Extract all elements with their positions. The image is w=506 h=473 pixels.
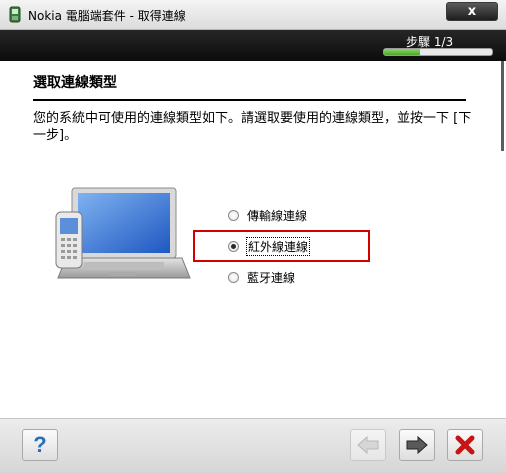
step-header: 步驟 1/3	[0, 30, 506, 61]
radio-button[interactable]	[228, 271, 239, 283]
right-arrow-icon	[406, 435, 428, 455]
radio-button[interactable]	[228, 209, 239, 221]
laptop-phone-illustration	[55, 187, 191, 279]
close-button[interactable]: x	[446, 2, 498, 21]
next-button[interactable]	[399, 429, 435, 461]
option-label: 傳輸線連線	[247, 208, 308, 223]
scroll-indicator	[501, 61, 504, 151]
option-bluetooth-connection[interactable]: 藍牙連線	[228, 269, 295, 285]
title-divider	[33, 99, 466, 101]
option-label: 藍牙連線	[247, 270, 296, 285]
selection-highlight	[193, 230, 370, 262]
step-progress-fill	[384, 49, 420, 55]
left-arrow-icon	[357, 435, 379, 455]
footer-bar: ?	[0, 418, 506, 473]
page-title: 選取連線類型	[33, 75, 117, 91]
question-mark-icon: ?	[33, 432, 47, 457]
window-title: Nokia 電腦端套件 - 取得連線	[28, 9, 186, 23]
help-button[interactable]: ?	[22, 429, 58, 461]
nokia-app-icon	[9, 6, 21, 23]
red-x-icon	[455, 435, 475, 455]
window-titlebar: Nokia 電腦端套件 - 取得連線 x	[0, 0, 506, 30]
option-cable-connection[interactable]: 傳輸線連線	[228, 207, 307, 223]
close-icon: x	[467, 4, 477, 19]
instructions-text: 您的系統中可使用的連線類型如下。請選取要使用的連線類型，並按一下 [下一步]。	[33, 111, 472, 143]
cancel-button[interactable]	[447, 429, 483, 461]
back-button[interactable]	[350, 429, 386, 461]
step-progress-bar	[383, 48, 493, 56]
